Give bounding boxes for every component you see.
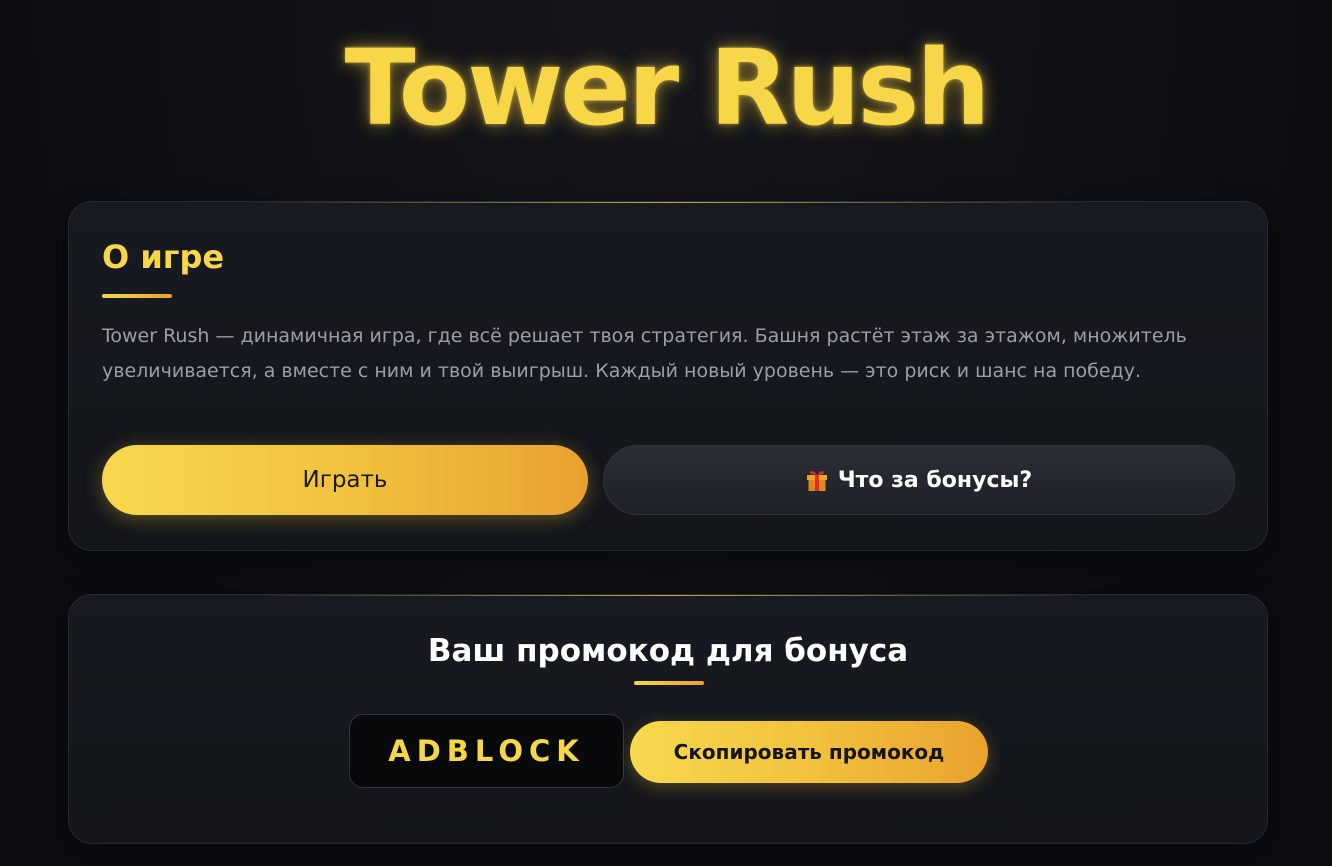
promo-heading-underline [634,681,704,685]
play-button-label: Играть [302,467,388,493]
bonuses-button-label: Что за бонусы? [837,467,1033,493]
copy-promo-button-label: Скопировать промокод [673,740,945,764]
promo-heading: Ваш промокод для бонуса [427,633,909,669]
copy-promo-button[interactable]: Скопировать промокод [630,721,988,783]
promo-code[interactable]: ADBLOCK [349,714,624,788]
play-button[interactable]: Играть [102,445,588,515]
about-heading: О игре [102,238,225,276]
page-title: Tower Rush [344,27,991,149]
about-card: О игре Tower Rush — динамичная игра, где… [68,201,1268,551]
about-description: Tower Rush — динамичная игра, где всё ре… [102,325,1187,382]
about-heading-underline [102,294,172,298]
promo-card: Ваш промокод для бонуса ADBLOCK Скопиров… [68,594,1268,844]
bonuses-button[interactable]: Что за бонусы? [603,445,1235,515]
gift-icon [806,468,828,492]
